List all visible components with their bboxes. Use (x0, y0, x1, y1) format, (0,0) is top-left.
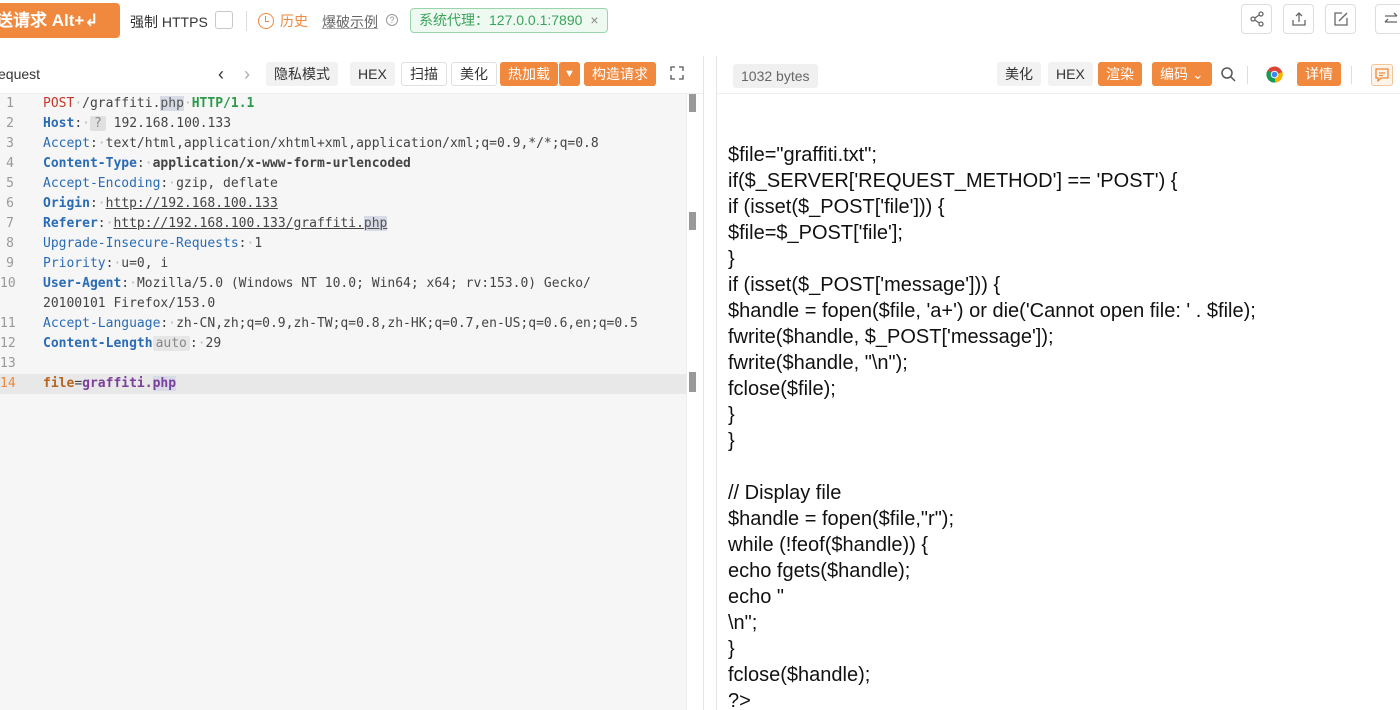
code-line: 12 Content-Length auto:·29 (0, 336, 222, 351)
privacy-mode-button[interactable]: 隐私模式 (266, 62, 338, 86)
code-line: 11 Accept-Language:·zh-CN,zh;q=0.9,zh-TW;… (0, 316, 638, 331)
comment-button[interactable] (1371, 64, 1393, 86)
hot-load-button[interactable]: 热加载 (500, 62, 558, 86)
share-icon (1249, 11, 1264, 27)
brute-example-link[interactable]: 爆破示例 (322, 12, 378, 32)
history-button[interactable]: 历史 (258, 11, 308, 31)
scan-button[interactable]: 扫描 (401, 62, 447, 86)
send-request-button[interactable]: 送请求 Alt+↲ (0, 3, 120, 38)
request-editor[interactable]: 1 POST·/graffiti.php·HTTP/1.1 2 Host:·? 19… (0, 94, 686, 710)
chrome-icon[interactable] (1266, 66, 1283, 83)
code-line: 20100101 Firefox/153.0 (43, 296, 216, 311)
request-scrollbar[interactable] (686, 94, 698, 710)
chevron-down-icon: ⌄ (1191, 66, 1204, 82)
toolbar-divider (1351, 66, 1352, 84)
build-request-button[interactable]: 构造请求 (584, 62, 656, 86)
share-button[interactable] (1241, 4, 1272, 34)
code-line: 3 Accept:·text/html,application/xhtml+xml… (6, 136, 599, 151)
history-label: 历史 (280, 13, 308, 29)
response-header: 1032 bytes 美化 HEX 渲染 编码 ⌄ 详情 (717, 56, 1400, 94)
swap-icon (1384, 12, 1397, 23)
code-line-active: 14 file=graffiti.php (0, 374, 686, 394)
upload-icon (1291, 12, 1306, 26)
hot-load-dropdown[interactable]: ▼ (559, 62, 580, 86)
request-panel: equest ‹ › 隐私模式 HEX 扫描 美化 热加载 ▼ 构造请求 1 PO… (0, 56, 704, 710)
comment-icon (1375, 68, 1389, 82)
code-line: 7 Referer:·http://192.168.100.133/graffit… (6, 216, 388, 231)
import-button[interactable] (1325, 4, 1356, 34)
swap-button[interactable] (1375, 4, 1400, 34)
top-toolbar: 送请求 Alt+↲ 强制 HTTPS 历史 爆破示例 ? 系统代理：127.0.… (0, 0, 1400, 44)
encoding-dropdown[interactable]: 编码 ⌄ (1152, 62, 1212, 86)
hex-button[interactable]: HEX (350, 62, 395, 86)
scroll-marker (689, 372, 696, 392)
system-proxy-tag[interactable]: 系统代理：127.0.0.1:7890 × (410, 8, 608, 33)
toolbar-divider (246, 11, 247, 31)
scroll-marker (689, 94, 696, 112)
export-button[interactable] (1283, 4, 1314, 34)
proxy-label: 系统代理：127.0.0.1:7890 (419, 12, 583, 28)
force-https-label: 强制 HTTPS (130, 14, 208, 30)
code-line: 4 Content-Type:·application/x-www-form-ur… (6, 156, 411, 171)
code-line: 13 (0, 356, 16, 371)
hex-button[interactable]: HEX (1048, 62, 1093, 86)
code-line: 5 Accept-Encoding:·gzip, deflate (6, 176, 278, 191)
clock-icon (258, 13, 274, 29)
code-line: 9 Priority:·u=0, i (6, 256, 169, 271)
code-line: 8 Upgrade-Insecure-Requests:·1 (6, 236, 263, 251)
chevron-right-icon[interactable]: › (244, 64, 250, 84)
search-icon[interactable] (1220, 66, 1236, 82)
close-icon[interactable]: × (590, 9, 598, 32)
request-title: equest (0, 66, 41, 82)
beautify-button[interactable]: 美化 (451, 62, 497, 86)
edit-icon (1333, 12, 1348, 26)
response-size-badge: 1032 bytes (733, 64, 818, 88)
code-line: 1 POST·/graffiti.php·HTTP/1.1 (6, 96, 255, 111)
render-button[interactable]: 渲染 (1098, 62, 1142, 86)
beautify-button[interactable]: 美化 (997, 62, 1041, 86)
code-line: 2 Host:·? 192.168.100.133 (6, 116, 232, 131)
code-line: 6 Origin:·http://192.168.100.133 (6, 196, 278, 211)
response-panel: 1032 bytes 美化 HEX 渲染 编码 ⌄ 详情 $file="graf… (716, 56, 1400, 710)
encoding-label: 编码 (1160, 66, 1188, 82)
response-body[interactable]: $file="graffiti.txt"; if($_SERVER['REQUE… (728, 142, 1388, 710)
detail-button[interactable]: 详情 (1297, 62, 1341, 86)
request-header: equest ‹ › 隐私模式 HEX 扫描 美化 热加载 ▼ 构造请求 (0, 56, 703, 94)
scroll-marker (689, 212, 696, 230)
force-https-checkbox[interactable] (215, 11, 233, 29)
toolbar-divider (1247, 66, 1248, 84)
fullscreen-icon[interactable] (670, 66, 684, 80)
code-line: 10 User-Agent:·Mozilla/5.0 (Windows NT 10… (0, 276, 591, 291)
chevron-down-icon: ▼ (564, 68, 575, 80)
chevron-left-icon[interactable]: ‹ (218, 64, 224, 84)
help-icon[interactable]: ? (386, 14, 398, 26)
